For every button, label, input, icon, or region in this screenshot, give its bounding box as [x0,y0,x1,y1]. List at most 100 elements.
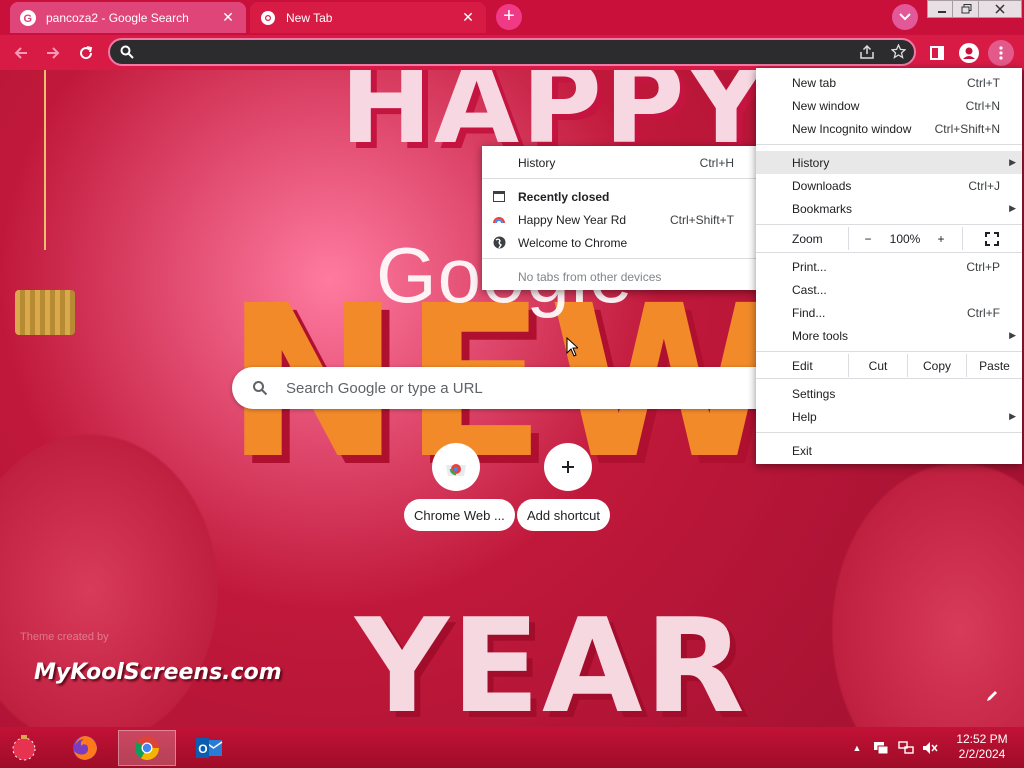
menu-item-label: History [518,155,556,170]
menu-item-help[interactable]: Help ▶ [756,405,1022,428]
paste-button[interactable]: Paste [967,354,1022,377]
side-panel-icon [930,46,944,60]
menu-item-more-tools[interactable]: More tools ▶ [756,324,1022,347]
bookmark-star-icon[interactable] [891,44,906,59]
menu-item-label: Settings [792,386,836,401]
ntp-search-box[interactable]: Search Google or type a URL [232,367,792,409]
taskbar-firefox[interactable] [56,730,114,766]
action-center-icon[interactable] [872,727,890,768]
tab-google-search[interactable]: G pancoza2 - Google Search ✕ [10,2,246,33]
side-panel-button[interactable] [924,40,950,66]
cut-button[interactable]: Cut [849,354,907,377]
menu-item-zoom: Zoom − 100% + [756,227,1022,250]
submenu-arrow-icon: ▶ [1009,330,1016,340]
menu-item-label: New Incognito window [792,121,912,136]
menu-item-shortcut: Ctrl+H [699,155,734,170]
minimize-icon [938,11,946,13]
zoom-in-button[interactable]: + [930,227,952,250]
reload-button[interactable] [73,40,99,66]
menu-item-label: Recently closed [518,189,610,204]
customize-button[interactable] [978,682,1006,710]
menu-item-exit[interactable]: Exit [756,439,1022,462]
chrome-menu-button[interactable] [988,40,1014,66]
recently-closed-header: Recently closed [482,185,758,208]
search-icon [120,45,134,59]
volume-muted-icon[interactable] [921,727,939,768]
recently-closed-item[interactable]: Welcome to Chrome [482,231,758,254]
menu-item-label: Print... [792,259,827,274]
shortcut-label[interactable]: Add shortcut [517,499,610,531]
menu-item-bookmarks[interactable]: Bookmarks ▶ [756,197,1022,220]
menu-item-new-window[interactable]: New window Ctrl+N [756,94,1022,117]
menu-item-settings[interactable]: Settings [756,382,1022,405]
menu-item-shortcut: Ctrl+F [967,305,1000,320]
rainbow-theme-icon [492,213,506,227]
recently-closed-item[interactable]: Happy New Year Rd Ctrl+Shift+T [482,208,758,231]
menu-item-new-incognito[interactable]: New Incognito window Ctrl+Shift+N [756,117,1022,140]
back-button[interactable] [8,40,34,66]
separator [756,252,1022,253]
menu-item-find[interactable]: Find... Ctrl+F [756,301,1022,324]
new-tab-button[interactable]: + [496,4,522,30]
fullscreen-icon [985,231,999,246]
menu-item-label: Exit [792,443,813,458]
show-hidden-icons[interactable]: ▲ [850,727,864,768]
menu-item-history-page[interactable]: History Ctrl+H [482,151,758,174]
tab-search-button[interactable] [892,4,918,30]
menu-item-shortcut: Ctrl+Shift+T [669,212,734,227]
chrome-icon [260,10,276,26]
shortcut-label[interactable]: Chrome Web ... [404,499,515,531]
ornament-cap [15,290,75,335]
taskbar: O ▲ 12:52 PM 2/2/2024 [0,727,1024,768]
fullscreen-button[interactable] [980,227,1004,250]
add-shortcut-button[interactable] [544,443,592,491]
menu-item-cast[interactable]: Cast... [756,278,1022,301]
separator [482,258,758,259]
copy-button[interactable]: Copy [908,354,966,377]
share-icon[interactable] [859,45,875,59]
menu-item-label: Help [792,409,817,424]
forward-arrow-icon [47,47,60,59]
menu-item-shortcut: Ctrl+T [967,75,1000,90]
system-clock[interactable]: 12:52 PM 2/2/2024 [950,732,1014,762]
menu-item-history[interactable]: History ▶ [756,151,1022,174]
start-button[interactable] [2,730,46,766]
pencil-icon [987,691,997,701]
close-tab-icon[interactable]: ✕ [220,9,236,26]
chrome-web-store-icon [446,464,466,476]
tab-title: pancoza2 - Google Search [46,10,189,25]
tab-strip: G pancoza2 - Google Search ✕ New Tab ✕ + [0,0,1024,35]
menu-item-label: Find... [792,305,826,320]
separator [756,224,1022,225]
reload-icon [80,46,93,60]
taskbar-outlook[interactable]: O [180,730,238,766]
separator [756,432,1022,433]
menu-item-downloads[interactable]: Downloads Ctrl+J [756,174,1022,197]
menu-item-shortcut: Ctrl+N [965,98,1000,113]
separator [482,178,758,179]
menu-item-label: Downloads [792,178,852,193]
menu-item-label: No tabs from other devices [518,269,662,284]
taskbar-chrome[interactable] [118,730,176,766]
theme-art-year: YEAR [355,590,747,727]
shortcut-chrome-web-store[interactable] [432,443,480,491]
tab-new-tab[interactable]: New Tab ✕ [250,2,486,33]
network-icon[interactable] [897,727,915,768]
close-tab-icon[interactable]: ✕ [460,9,476,26]
close-window-button[interactable] [978,0,1022,18]
profile-button[interactable] [956,40,982,66]
menu-item-new-tab[interactable]: New tab Ctrl+T [756,71,1022,94]
menu-item-label: More tools [792,328,849,343]
avatar-icon [959,43,979,63]
chrome-menu: New tab Ctrl+T New window Ctrl+N New Inc… [756,68,1022,464]
menu-item-shortcut: Ctrl+P [966,259,1000,274]
address-bar[interactable] [108,38,916,66]
zoom-level: 100% [889,231,921,246]
forward-button[interactable] [40,40,66,66]
menu-item-print[interactable]: Print... Ctrl+P [756,255,1022,278]
menu-item-label: Zoom [792,231,823,246]
zoom-out-button[interactable]: − [856,227,880,250]
svg-text:O: O [198,742,207,756]
theme-credit[interactable]: Theme created by [20,631,109,643]
divider [962,227,963,250]
